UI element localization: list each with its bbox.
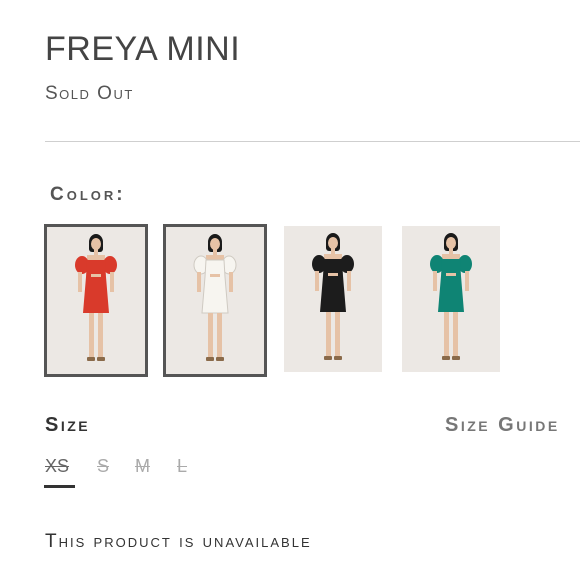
unavailable-message: This product is unavailable <box>45 531 312 552</box>
selected-size-indicator <box>44 485 75 488</box>
size-option-m[interactable]: M <box>135 457 150 475</box>
stock-status: Sold Out <box>45 83 134 104</box>
size-option-xs[interactable]: XS <box>45 457 69 475</box>
color-swatch-teal[interactable] <box>402 226 500 372</box>
size-guide-link[interactable]: Size Guide <box>445 415 560 435</box>
color-swatch-red[interactable] <box>44 224 148 377</box>
color-swatch-white[interactable] <box>163 224 267 377</box>
color-label: Color: <box>50 184 126 205</box>
size-option-l[interactable]: L <box>177 457 187 475</box>
color-swatch-black[interactable] <box>284 226 382 372</box>
size-label: Size <box>45 414 91 436</box>
size-option-s[interactable]: S <box>97 457 109 475</box>
product-title: FREYA MINI <box>45 30 241 68</box>
divider <box>45 141 580 142</box>
